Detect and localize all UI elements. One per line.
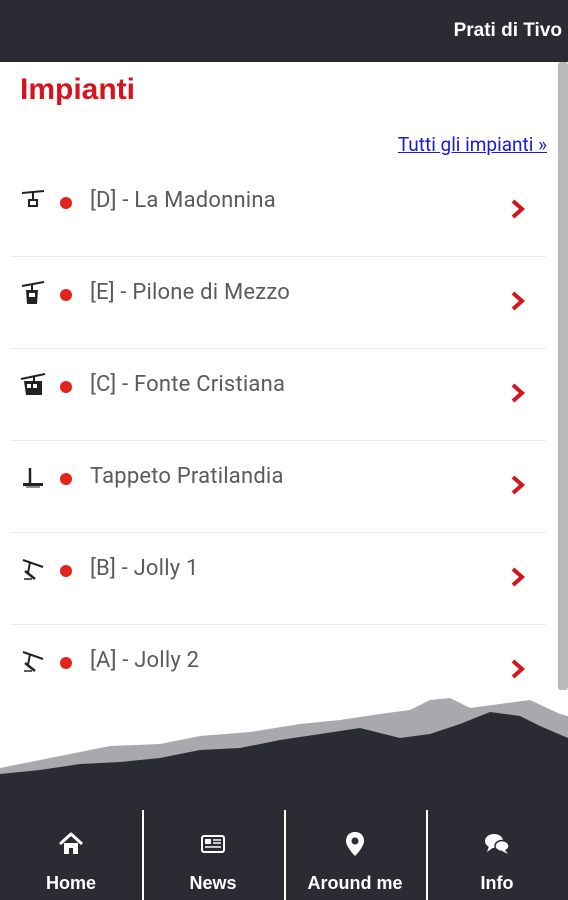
chevron-right-icon: [511, 567, 526, 587]
magic-carpet-icon: [23, 468, 43, 488]
all-lifts-link[interactable]: Tutti gli impianti »: [398, 133, 547, 156]
nav-label: News: [189, 873, 237, 893]
lift-name: Tappeto Pratilandia: [90, 464, 284, 489]
nav-label: Around me: [307, 873, 403, 893]
page-title: Impianti: [20, 73, 136, 106]
gondola-icon: [21, 281, 45, 304]
nav-news[interactable]: News: [142, 810, 284, 900]
status-dot: [60, 197, 72, 209]
lift-name: [D] - La Madonnina: [90, 188, 276, 213]
lift-row[interactable]: [C] - Fonte Cristiana: [10, 349, 546, 441]
chevron-right-icon: [511, 475, 526, 495]
lift-name: [A] - Jolly 2: [90, 648, 200, 673]
bottom-navigation: Home News Around me Info: [0, 810, 568, 900]
nav-info[interactable]: Info: [426, 810, 568, 900]
lift-row[interactable]: Tappeto Pratilandia: [10, 441, 546, 533]
chevron-right-icon: [511, 659, 526, 679]
lift-list: [D] - La Madonnina [E] - Pilone di Mezzo…: [10, 165, 546, 716]
status-dot: [60, 289, 72, 301]
status-dot: [60, 657, 72, 669]
app-title: Prati di Tivo: [453, 20, 562, 41]
top-app-bar: Prati di Tivo: [0, 0, 568, 62]
mountain-silhouette: [0, 698, 568, 810]
home-icon: [58, 832, 84, 854]
lift-name: [B] - Jolly 1: [90, 556, 199, 581]
chevron-right-icon: [511, 199, 526, 219]
chairlift-icon: [21, 190, 45, 207]
chevron-right-icon: [511, 291, 526, 311]
lift-row[interactable]: [E] - Pilone di Mezzo: [10, 257, 546, 349]
status-dot: [60, 565, 72, 577]
status-dot: [60, 473, 72, 485]
map-pin-icon: [346, 832, 364, 856]
chevron-right-icon: [511, 383, 526, 403]
nav-label: Home: [45, 873, 96, 893]
lift-row[interactable]: [D] - La Madonnina: [10, 165, 546, 257]
nav-home[interactable]: Home: [0, 810, 142, 900]
scrollbar[interactable]: [558, 62, 568, 690]
newspaper-icon: [201, 835, 225, 853]
nav-label: Info: [480, 873, 514, 893]
skilift-icon: [22, 559, 44, 580]
cablecar-icon: [20, 373, 46, 395]
lift-name: [C] - Fonte Cristiana: [90, 372, 286, 397]
lift-row[interactable]: [B] - Jolly 1: [10, 533, 546, 625]
chat-bubbles-icon: [485, 834, 510, 854]
skilift-icon: [22, 651, 44, 672]
status-dot: [60, 381, 72, 393]
nav-around-me[interactable]: Around me: [284, 810, 426, 900]
lift-name: [E] - Pilone di Mezzo: [90, 280, 291, 305]
